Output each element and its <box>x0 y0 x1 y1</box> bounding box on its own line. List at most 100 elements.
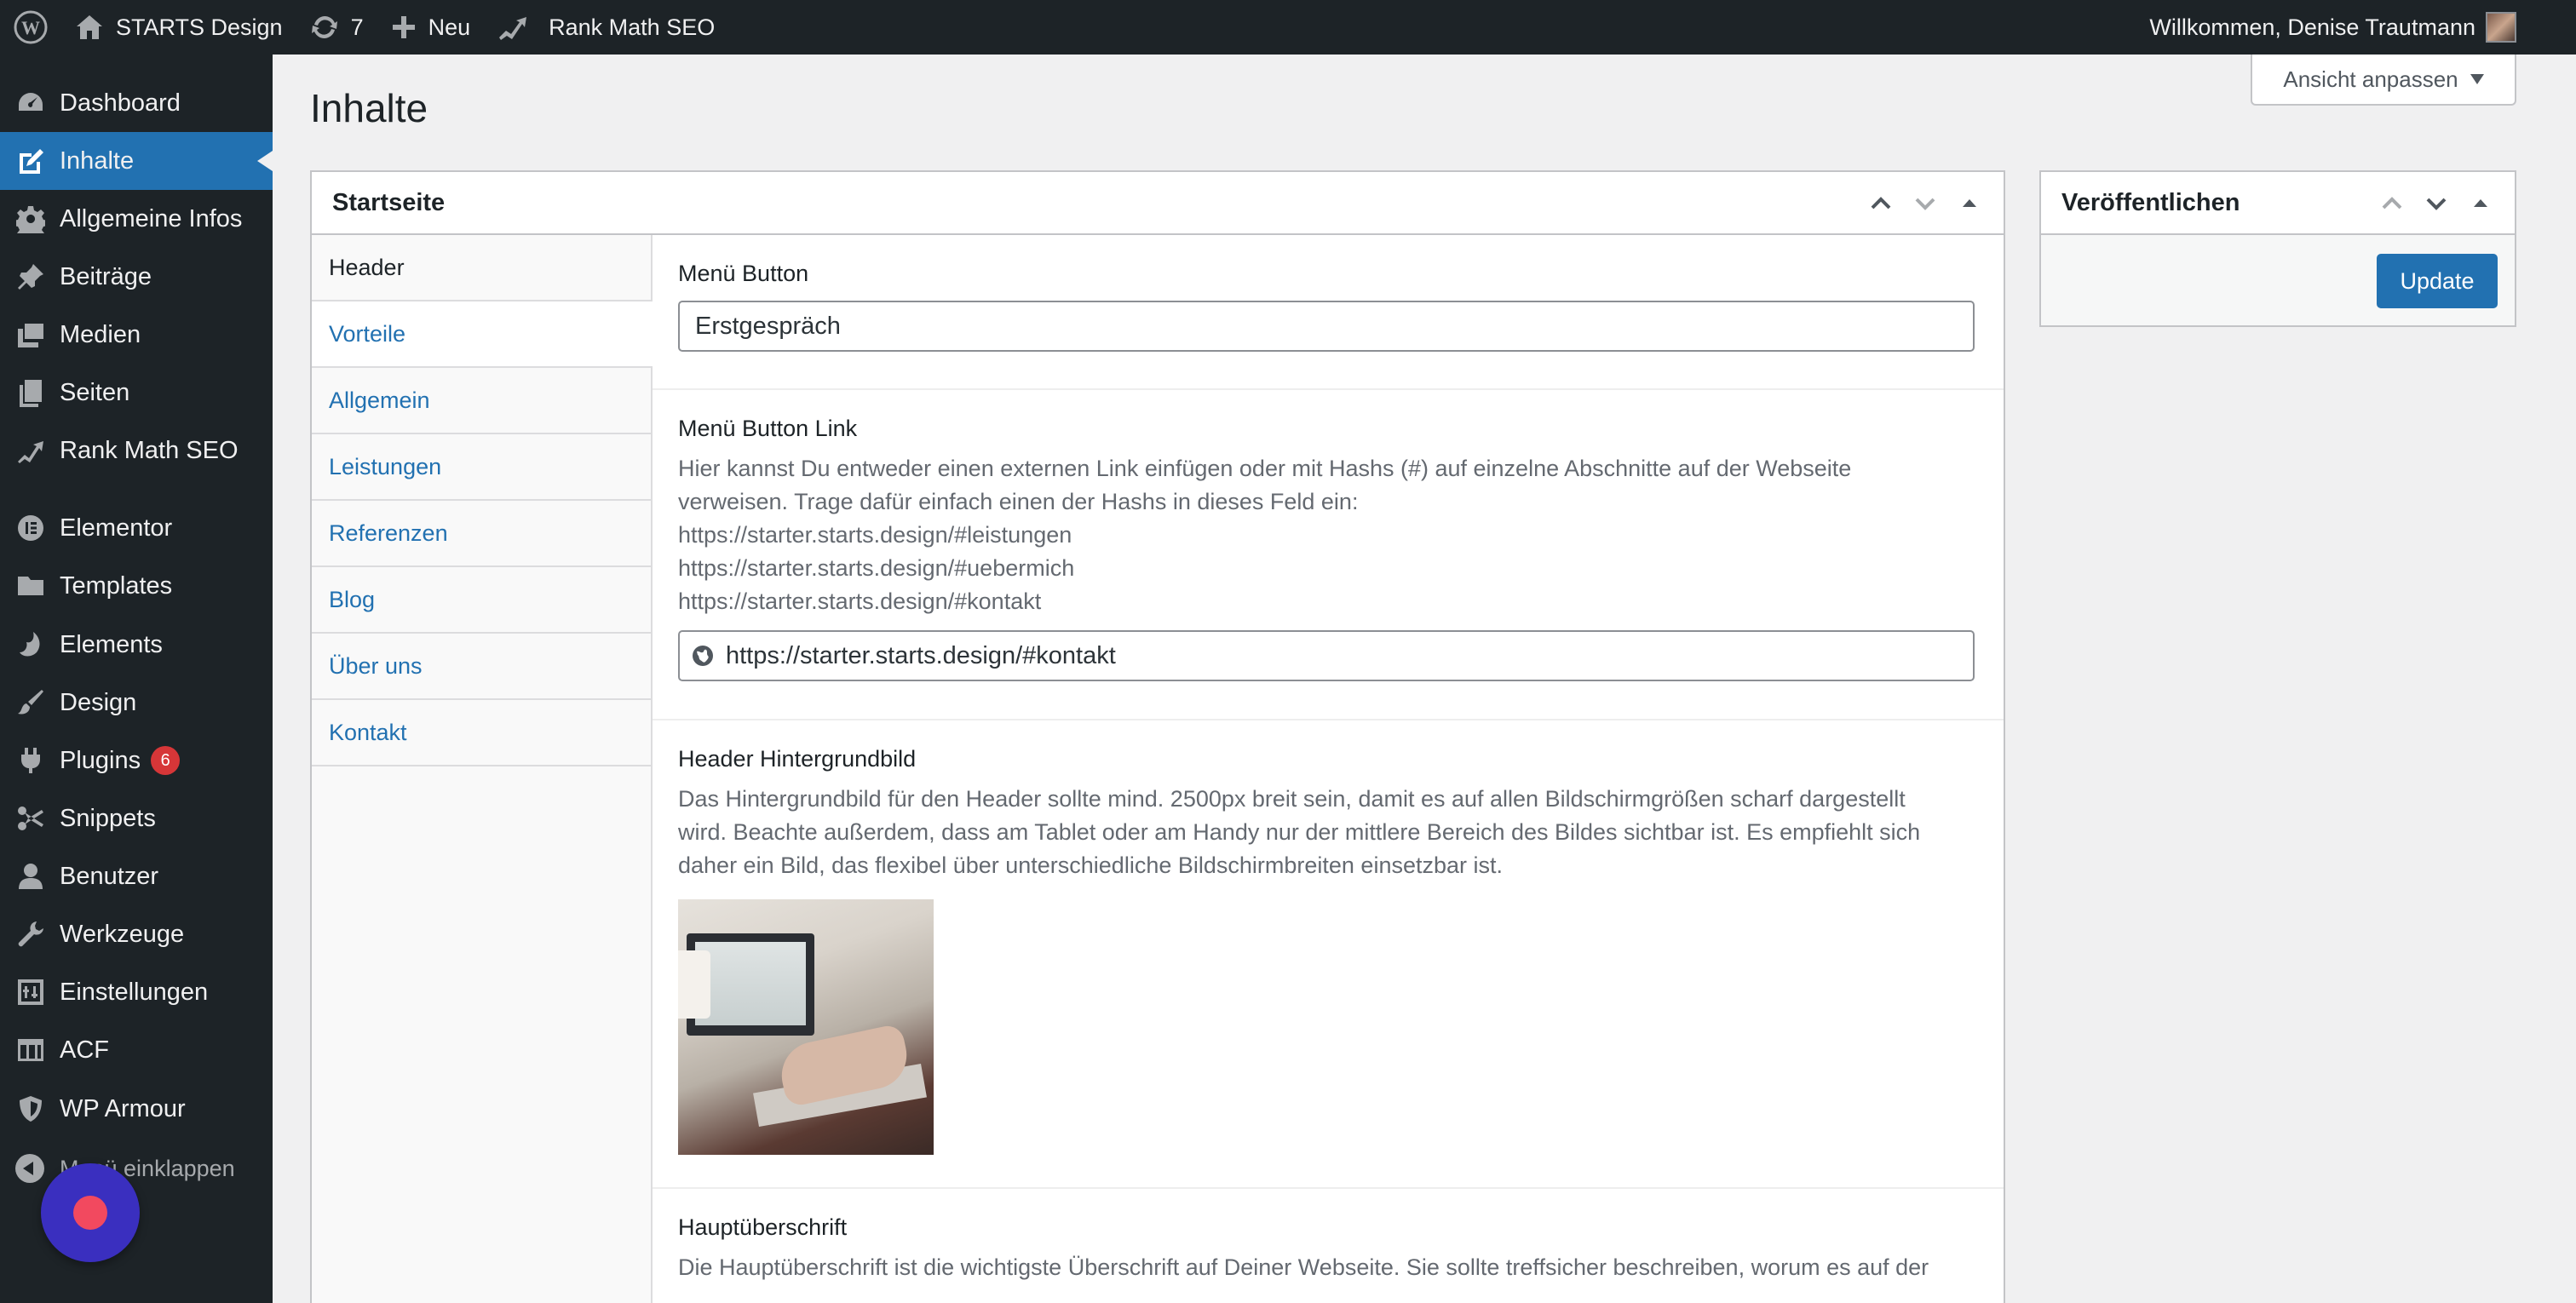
shield-icon <box>15 1093 46 1124</box>
tab-header[interactable]: Header <box>312 235 651 301</box>
sidebar-item-label: Inhalte <box>60 146 135 175</box>
svg-text:W: W <box>21 17 40 38</box>
sidebar-item-medien[interactable]: Medien <box>0 306 273 364</box>
tab-allgemein[interactable]: Allgemein <box>312 368 651 434</box>
floating-chat-button[interactable] <box>41 1163 140 1262</box>
sidebar-item-elementor[interactable]: Elementor <box>0 499 273 557</box>
field-label: Hauptüberschrift <box>678 1214 848 1240</box>
sidebar-item-werkzeuge[interactable]: Werkzeuge <box>0 905 273 963</box>
menu-button-link-input[interactable]: https://starter.starts.design/#kontakt <box>678 630 1975 681</box>
admin-bar: W STARTS Design 7 Neu Rank Math SEO Will… <box>0 0 2576 55</box>
description-line: https://starter.starts.design/#kontakt <box>678 588 1042 614</box>
sidebar-item-label: WP Armour <box>60 1094 186 1122</box>
sidebar-item-plugins[interactable]: Plugins 6 <box>0 732 273 789</box>
sidebar-item-design[interactable]: Design <box>0 674 273 732</box>
tab-referenzen[interactable]: Referenzen <box>312 501 651 567</box>
rank-math-label: Rank Math SEO <box>549 14 716 40</box>
toggle-panel-button[interactable] <box>1947 181 1992 226</box>
sidebar-item-label: Plugins <box>60 746 141 774</box>
collapse-arrow-icon <box>15 1154 44 1183</box>
pages-icon <box>15 377 46 408</box>
home-icon <box>77 15 102 39</box>
sidebar-item-seiten[interactable]: Seiten <box>0 364 273 422</box>
chevron-down-icon <box>2426 198 2447 210</box>
elementor-icon <box>15 513 46 543</box>
chevron-up-icon <box>1871 197 1891 210</box>
description-line: Hier kannst Du entweder einen externen L… <box>678 456 1852 481</box>
plugin-icon <box>15 745 46 776</box>
description-line: Das Hintergrundbild für den Header sollt… <box>678 786 1906 812</box>
table-icon <box>15 1035 46 1065</box>
sidebar-item-snippets[interactable]: Snippets <box>0 789 273 847</box>
description-line: https://starter.starts.design/#leistunge… <box>678 522 1072 548</box>
sidebar-item-acf[interactable]: ACF <box>0 1021 273 1079</box>
sidebar-item-label: Elementor <box>60 514 173 542</box>
field-group-tabs: Header Vorteile Allgemein Leistungen Ref… <box>312 235 653 1303</box>
sidebar-item-benutzer[interactable]: Benutzer <box>0 847 273 905</box>
updates-link[interactable]: 7 <box>296 0 377 55</box>
update-button[interactable]: Update <box>2377 254 2498 308</box>
description-line: wird. Beachte außerdem, dass am Tablet o… <box>678 819 1921 845</box>
headline-field: Hauptüberschrift Die Hauptüberschrift is… <box>653 1189 2004 1303</box>
sidebar-item-einstellungen[interactable]: Einstellungen <box>0 963 273 1021</box>
wrench-icon <box>15 919 46 950</box>
postbox-header: Startseite <box>312 172 2004 235</box>
sidebar-item-label: Medien <box>60 320 141 348</box>
tab-leistungen[interactable]: Leistungen <box>312 434 651 501</box>
tab-vorteile[interactable]: Vorteile <box>312 301 653 368</box>
site-name: STARTS Design <box>116 14 283 40</box>
field-label: Header Hintergrundbild <box>678 746 917 772</box>
sidebar-item-templates[interactable]: Templates <box>0 557 273 615</box>
edit-icon <box>15 146 46 176</box>
user-icon <box>15 861 46 892</box>
publish-actions: Update <box>2041 235 2515 325</box>
sidebar-item-inhalte[interactable]: Inhalte <box>0 132 273 190</box>
rank-math-link[interactable]: Rank Math SEO <box>484 0 728 55</box>
move-down-button[interactable] <box>2414 181 2458 226</box>
greeting: Willkommen, Denise Trautmann <box>2149 14 2475 40</box>
screen-options-button[interactable]: Ansicht anpassen <box>2251 55 2516 106</box>
sidebar-item-label: Rank Math SEO <box>60 436 239 464</box>
new-content-link[interactable]: Neu <box>377 0 485 55</box>
header-background-image[interactable] <box>678 899 934 1155</box>
sidebar-item-label: Beiträge <box>60 262 152 290</box>
menu-button-input[interactable]: Erstgespräch <box>678 301 1975 352</box>
sidebar-item-dashboard[interactable]: Dashboard <box>0 74 273 132</box>
menu-button-link-field: Menü Button Link Hier kannst Du entweder… <box>653 390 2004 720</box>
image-mug <box>678 950 710 1019</box>
sidebar-item-beitraege[interactable]: Beiträge <box>0 248 273 306</box>
postbox-title: Veröffentlichen <box>2061 188 2240 216</box>
site-name-link[interactable]: STARTS Design <box>61 0 296 55</box>
updates-count: 7 <box>350 14 364 40</box>
sidebar-item-label: Allgemeine Infos <box>60 204 243 232</box>
field-label: Menü Button <box>678 261 809 286</box>
description-line: verweisen. Trage dafür einfach einen der… <box>678 489 1359 514</box>
avatar <box>2486 12 2516 43</box>
sidebar-item-wp-armour[interactable]: WP Armour <box>0 1080 273 1138</box>
tab-ueber-uns[interactable]: Über uns <box>312 634 651 700</box>
move-up-button[interactable] <box>2370 181 2414 226</box>
sidebar-item-allgemeine-infos[interactable]: Allgemeine Infos <box>0 190 273 248</box>
tab-kontakt[interactable]: Kontakt <box>312 700 651 766</box>
brush-icon <box>15 687 46 718</box>
move-down-button[interactable] <box>1903 181 1947 226</box>
admin-sidebar: Dashboard Inhalte Allgemeine Infos Beitr… <box>0 55 273 1303</box>
tab-blog[interactable]: Blog <box>312 567 651 634</box>
sidebar-item-label: Werkzeuge <box>60 920 185 948</box>
move-up-button[interactable] <box>1859 181 1903 226</box>
plugins-update-badge: 6 <box>151 746 181 775</box>
wordpress-logo-icon[interactable]: W <box>0 0 61 55</box>
field-description: Die Hauptüberschrift ist die wichtigste … <box>678 1251 1978 1284</box>
record-dot-icon <box>73 1196 107 1230</box>
field-description: Hier kannst Du entweder einen externen L… <box>678 452 1978 618</box>
sidebar-item-rank-math-seo[interactable]: Rank Math SEO <box>0 422 273 479</box>
rank-math-icon <box>499 17 527 40</box>
caret-down-icon <box>2470 74 2484 84</box>
toggle-panel-button[interactable] <box>2458 181 2503 226</box>
sidebar-item-elements[interactable]: Elements <box>0 616 273 674</box>
chevron-down-icon <box>1915 198 1935 210</box>
image-screen <box>695 942 806 1025</box>
account-menu[interactable]: Willkommen, Denise Trautmann <box>2136 0 2530 55</box>
media-icon <box>15 319 46 350</box>
collapse-menu-button[interactable]: Menü einklappen <box>0 1143 273 1194</box>
